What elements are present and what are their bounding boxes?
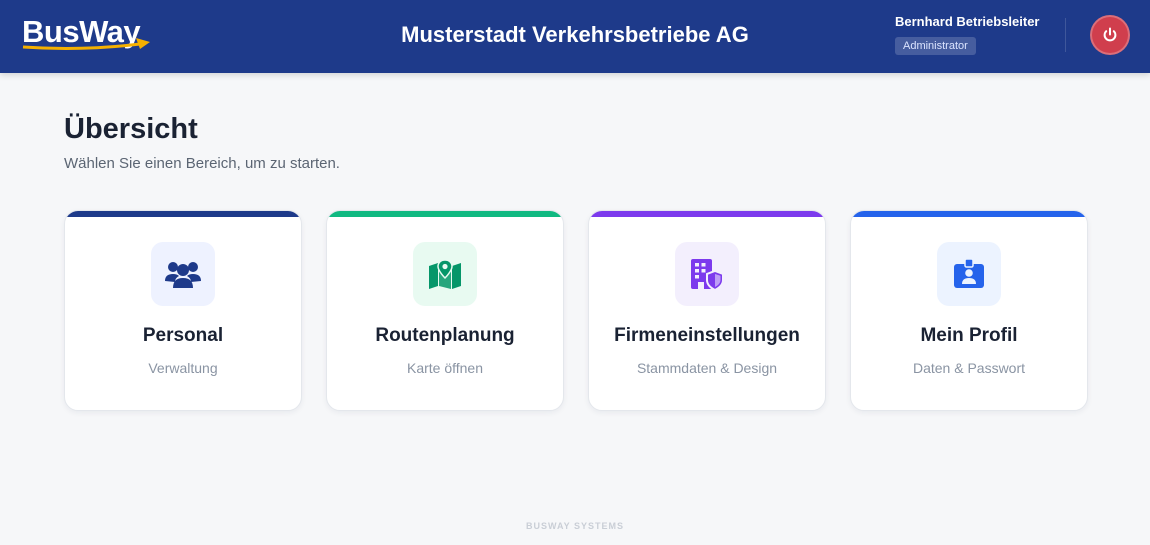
card-subtitle: Stammdaten & Design	[636, 360, 778, 376]
card-title: Mein Profil	[920, 325, 1018, 346]
power-icon	[1103, 27, 1117, 42]
card-title: Personal	[142, 325, 224, 346]
company-name: Musterstadt Verkehrsbetriebe AG	[401, 22, 749, 47]
card-title: Firmeneinstellungen	[614, 325, 800, 346]
user-name: Bernhard Betriebsleiter	[895, 14, 1040, 29]
card-routenplanung[interactable]: Routenplanung Karte öffnen	[326, 210, 564, 411]
card-subtitle: Karte öffnen	[406, 360, 484, 376]
card-firmeneinstellungen[interactable]: Firmeneinstellungen Stammdaten & Design	[588, 210, 826, 411]
page-subtitle: Wählen Sie einen Bereich, um zu starten.	[64, 155, 340, 172]
card-title: Routenplanung	[375, 325, 515, 346]
card-accent-bar	[65, 211, 301, 217]
card-personal[interactable]: Personal Verwaltung	[64, 210, 302, 411]
header-divider	[1065, 18, 1066, 52]
building-shield-icon	[691, 259, 724, 291]
card-icon-container	[413, 242, 477, 306]
page-title: Übersicht	[64, 113, 198, 145]
map-pin-icon	[429, 259, 461, 289]
top-navbar: BusWay Musterstadt Verkehrsbetriebe AG B…	[0, 0, 1150, 73]
card-subtitle: Daten & Passwort	[912, 360, 1026, 376]
logout-button[interactable]	[1090, 15, 1130, 55]
card-icon-container	[937, 242, 1001, 306]
card-subtitle: Verwaltung	[148, 360, 218, 376]
users-icon	[165, 262, 201, 288]
card-accent-bar	[851, 211, 1087, 217]
user-role-badge: Administrator	[895, 37, 976, 55]
footer-text: BUSWAY SYSTEMS	[525, 521, 625, 531]
logo-swoosh-icon	[22, 38, 150, 50]
card-icon-container	[675, 242, 739, 306]
card-accent-bar	[327, 211, 563, 217]
card-mein-profil[interactable]: Mein Profil Daten & Passwort	[850, 210, 1088, 411]
card-accent-bar	[589, 211, 825, 217]
card-icon-container	[151, 242, 215, 306]
id-badge-icon	[954, 258, 984, 288]
